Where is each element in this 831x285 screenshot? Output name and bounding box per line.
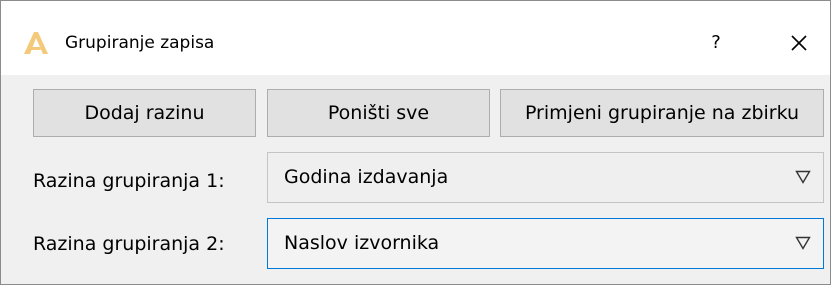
grouping-level-1-select[interactable]: Godina izdavanja xyxy=(267,152,824,203)
grouping-level-2-value: Naslov izvornika xyxy=(284,232,440,254)
chevron-down-icon xyxy=(795,170,811,184)
close-icon[interactable] xyxy=(776,25,822,61)
grouping-level-1-label: Razina grupiranja 1: xyxy=(33,170,225,192)
dialog-window: Grupiranje zapisa ? Dodaj razinu Poništi… xyxy=(0,0,831,285)
window-title: Grupiranje zapisa xyxy=(65,33,215,53)
chevron-down-icon xyxy=(795,236,811,250)
app-logo-icon xyxy=(24,32,48,54)
help-button[interactable]: ? xyxy=(696,25,736,61)
grouping-level-2-select[interactable]: Naslov izvornika xyxy=(267,218,824,269)
grouping-level-1-value: Godina izdavanja xyxy=(284,166,449,188)
grouping-level-2-label: Razina grupiranja 2: xyxy=(33,233,225,255)
add-level-button[interactable]: Dodaj razinu xyxy=(33,89,256,137)
reset-all-button[interactable]: Poništi sve xyxy=(267,89,490,137)
title-bar[interactable]: Grupiranje zapisa ? xyxy=(1,1,830,75)
apply-grouping-button[interactable]: Primjeni grupiranje na zbirku xyxy=(500,89,824,137)
